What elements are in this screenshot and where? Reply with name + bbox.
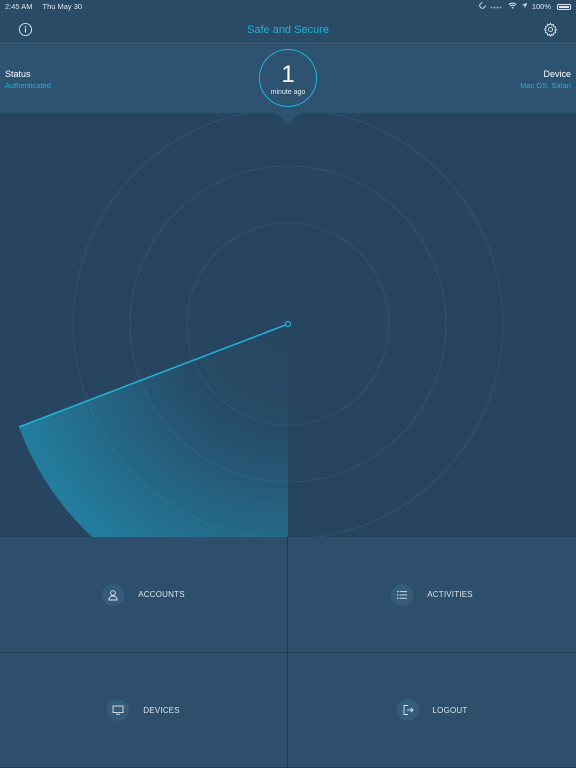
location-icon (521, 2, 528, 11)
status-label: Status (5, 69, 31, 79)
accounts-content: ACCOUNTS (102, 583, 185, 606)
radar-center-dot (284, 320, 292, 328)
info-band-pointer (276, 113, 300, 125)
radar-sweep (19, 324, 288, 537)
nav-bar: Safe and Secure (0, 13, 576, 44)
device-label: Device (543, 69, 571, 79)
wifi-icon (508, 2, 517, 11)
activities-label: ACTIVITIES (427, 590, 473, 599)
status-value: Authenticated (5, 81, 51, 90)
status-bar-left: 2:45 AM Thu May 30 (5, 2, 90, 11)
user-icon (102, 583, 125, 606)
last-seen-timer: 1 minute ago (259, 49, 317, 107)
status-bar-right: 100% (479, 2, 571, 11)
orientation-lock-icon (479, 2, 486, 11)
gear-icon (543, 22, 558, 37)
signal-icon (490, 2, 504, 11)
devices-button[interactable]: DEVICES (0, 653, 288, 768)
device-block: Device Mac OS, Safari (520, 69, 571, 91)
logout-button[interactable]: LOGOUT (288, 653, 576, 768)
menu-grid: ACCOUNTS ACTIVITIES DEVICES LOGOUT (0, 537, 576, 768)
timer-number: 1 (281, 61, 295, 88)
logout-label: LOGOUT (432, 705, 468, 715)
device-value: Mac OS, Safari (520, 81, 571, 90)
accounts-button[interactable]: ACCOUNTS (0, 537, 288, 653)
list-icon (391, 583, 414, 606)
devices-label: DEVICES (143, 705, 180, 715)
page-title: Safe and Secure (247, 24, 329, 36)
status-date: Thu May 30 (42, 2, 83, 11)
battery-percent: 100% (531, 2, 551, 11)
status-bar: 2:45 AM Thu May 30 100% (0, 0, 576, 13)
radar-graphic (18, 113, 504, 537)
accounts-label: ACCOUNTS (138, 590, 185, 599)
status-block: Status Authenticated (5, 69, 51, 91)
devices-content: DEVICES (107, 699, 180, 721)
settings-button[interactable] (542, 21, 558, 37)
logout-content: LOGOUT (396, 699, 468, 721)
activities-button[interactable]: ACTIVITIES (288, 537, 576, 653)
activities-content: ACTIVITIES (391, 583, 473, 606)
timer-unit: minute ago (270, 89, 306, 96)
logout-icon (396, 699, 419, 721)
battery-icon (557, 3, 571, 10)
radar-scanner (0, 113, 576, 537)
status-time: 2:45 AM (5, 2, 33, 11)
app-screen: 2:45 AM Thu May 30 100% Safe and Secure … (0, 0, 576, 768)
monitor-icon (107, 699, 130, 721)
